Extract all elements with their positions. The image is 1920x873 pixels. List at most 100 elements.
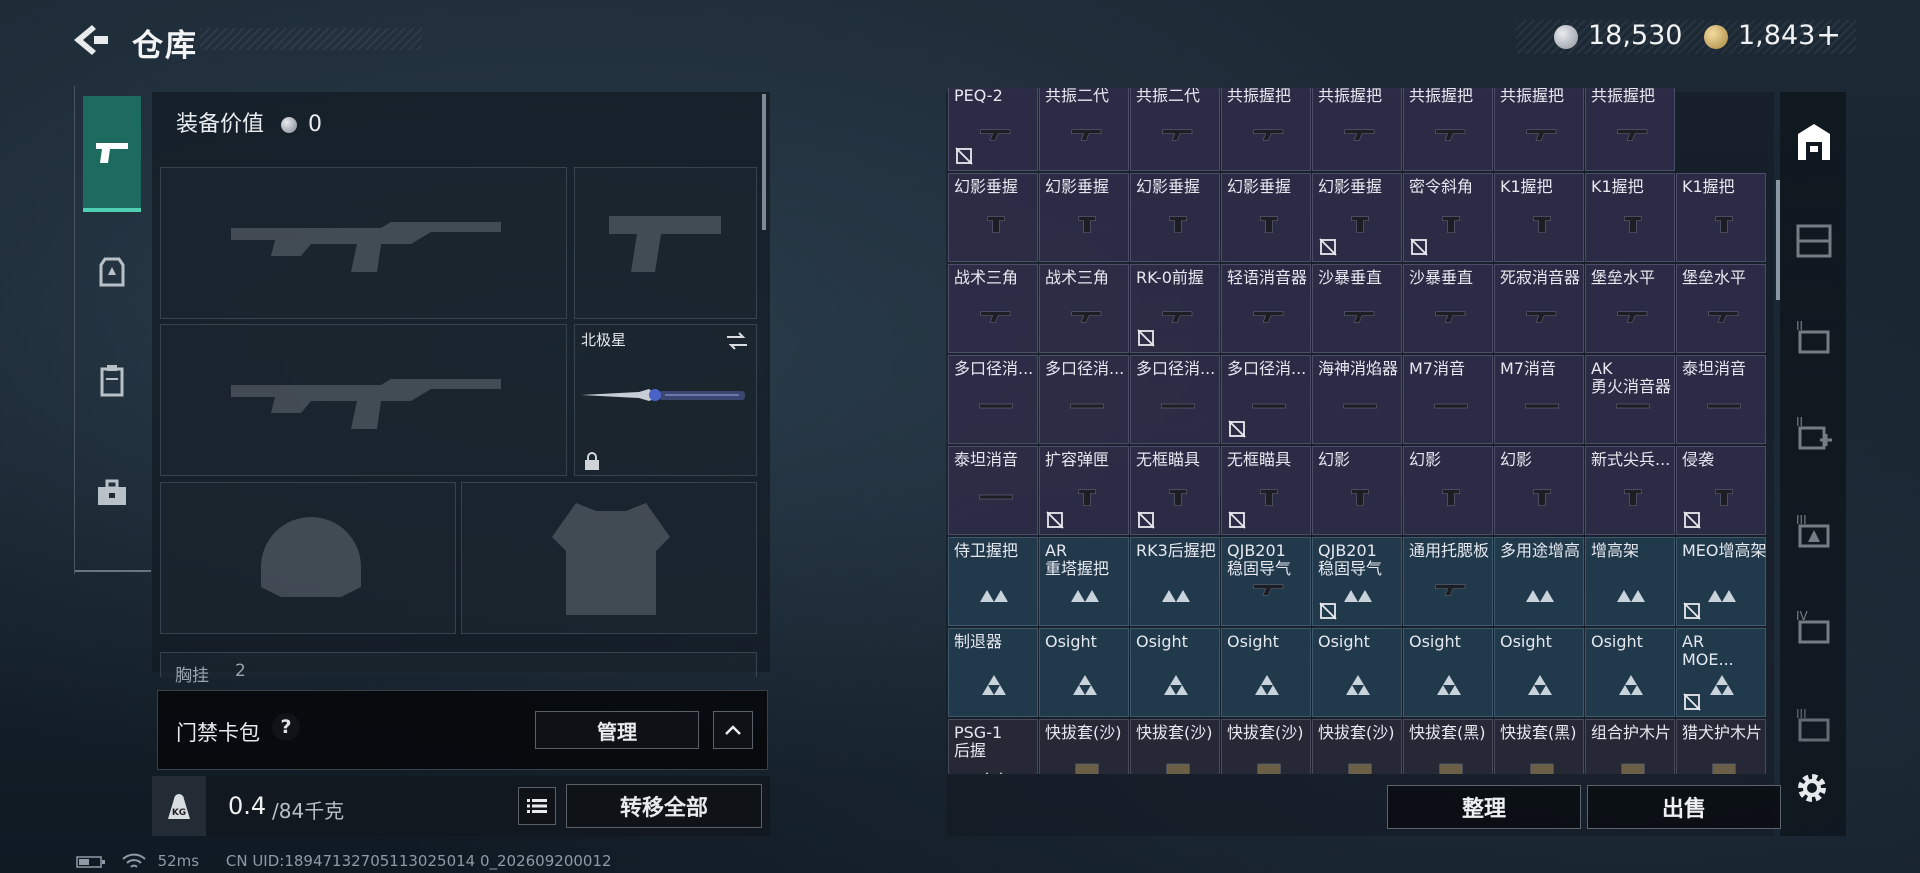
sell-button[interactable]: 出售 — [1587, 785, 1781, 829]
inventory-item[interactable]: 共振握把 — [1221, 88, 1311, 171]
inventory-item[interactable]: 沙暴垂直 — [1403, 264, 1493, 353]
inventory-item[interactable]: RK3后握把 — [1130, 537, 1220, 626]
inventory-item[interactable]: Osight — [1221, 628, 1311, 717]
inventory-item[interactable]: 幻影 — [1312, 446, 1402, 535]
tab-vest[interactable] — [83, 351, 141, 409]
inventory-item[interactable]: Osight — [1494, 628, 1584, 717]
inventory-item[interactable]: 幻影垂握 — [1039, 173, 1129, 262]
inventory-item[interactable]: 幻影垂握 — [1221, 173, 1311, 262]
tab-storage-6[interactable]: III — [1792, 702, 1836, 746]
inventory-item[interactable]: AR MOE... — [1676, 628, 1766, 717]
inventory-item[interactable]: 幻影垂握 — [948, 173, 1038, 262]
inventory-item[interactable]: 幻影 — [1403, 446, 1493, 535]
pistol-slot[interactable] — [574, 167, 757, 319]
inventory-item[interactable]: MEO增高架 — [1676, 537, 1767, 626]
inventory-item[interactable]: PSG-1 后握 — [948, 719, 1038, 774]
inventory-item[interactable]: 通用托腮板 — [1403, 537, 1493, 626]
inventory-item[interactable]: Osight — [1312, 628, 1402, 717]
inventory-item[interactable]: Osight — [1403, 628, 1493, 717]
inventory-item[interactable]: 共振二代 — [1039, 88, 1129, 171]
inventory-item[interactable]: Osight — [1130, 628, 1220, 717]
inventory-item[interactable]: 多口径消... — [1039, 355, 1129, 444]
inventory-item[interactable]: 死寂消音器 — [1494, 264, 1584, 353]
inventory-item[interactable]: 快拔套(沙) — [1312, 719, 1402, 774]
tab-storage-3[interactable]: II — [1792, 410, 1836, 454]
tab-storage-main[interactable] — [1792, 120, 1836, 164]
inventory-item[interactable]: 海神消焰器 — [1312, 355, 1402, 444]
inventory-item[interactable]: 密令斜角 — [1403, 173, 1493, 262]
inventory-item[interactable]: 多口径消... — [1221, 355, 1311, 444]
inventory-item[interactable]: 无框瞄具 — [1130, 446, 1220, 535]
tab-backpack[interactable] — [83, 241, 141, 299]
inventory-item[interactable]: 泰坦消音 — [948, 446, 1038, 535]
inventory-item[interactable]: 侍卫握把 — [948, 537, 1038, 626]
inventory-item[interactable]: 共振握把 — [1312, 88, 1402, 171]
inventory-item[interactable]: 新式尖兵... — [1585, 446, 1675, 535]
inventory-item[interactable]: Osight — [1039, 628, 1129, 717]
inventory-item[interactable]: QJB201 稳固导气 — [1221, 537, 1311, 626]
chest-rig-slot[interactable]: 胸挂 2 — [160, 652, 757, 686]
manage-button[interactable]: 管理 — [535, 711, 699, 749]
inventory-item[interactable]: 共振握把 — [1494, 88, 1584, 171]
inventory-item[interactable]: 快拔套(沙) — [1039, 719, 1129, 774]
inventory-item[interactable]: 增高架 — [1585, 537, 1675, 626]
swap-icon[interactable] — [725, 331, 749, 351]
keycard-help-button[interactable]: ? — [272, 713, 300, 741]
inventory-item[interactable]: AK 勇火消音器 — [1585, 355, 1675, 444]
tab-storage-2[interactable]: II — [1792, 314, 1836, 358]
inventory-item[interactable]: 共振二代 — [1130, 88, 1220, 171]
tab-storage-4[interactable]: III — [1792, 508, 1836, 552]
inventory-item[interactable]: 组合护木片 — [1585, 719, 1675, 774]
inventory-item[interactable]: Osight — [1585, 628, 1675, 717]
inventory-item[interactable]: QJB201 稳固导气 — [1312, 537, 1402, 626]
inventory-item[interactable]: 共振握把 — [1585, 88, 1675, 171]
inventory-item[interactable]: 战术三角 — [948, 264, 1038, 353]
inventory-item[interactable]: 制退器 — [948, 628, 1038, 717]
back-button[interactable] — [72, 22, 112, 58]
inventory-item[interactable]: 幻影 — [1494, 446, 1584, 535]
inventory-item[interactable]: M7消音 — [1403, 355, 1493, 444]
inventory-item[interactable]: PEQ-2 — [948, 88, 1038, 171]
inventory-item[interactable]: AR 重塔握把 — [1039, 537, 1129, 626]
tab-storage-5[interactable]: IV — [1792, 604, 1836, 648]
inventory-item[interactable]: 多口径消... — [948, 355, 1038, 444]
settings-button[interactable] — [1792, 768, 1836, 812]
inventory-item[interactable]: K1握把 — [1585, 173, 1675, 262]
inventory-item[interactable]: 堡垒水平 — [1585, 264, 1675, 353]
armor-slot[interactable] — [461, 482, 757, 634]
tab-weapons[interactable] — [83, 96, 141, 212]
inventory-item[interactable]: 快拔套(沙) — [1221, 719, 1311, 774]
inventory-item[interactable]: 快拔套(黑) — [1403, 719, 1493, 774]
inventory-item[interactable]: 快拔套(黑) — [1494, 719, 1584, 774]
primary-weapon-slot[interactable] — [160, 167, 567, 319]
inventory-item[interactable]: 无框瞄具 — [1221, 446, 1311, 535]
inventory-item[interactable]: 猎犬护木片 — [1676, 719, 1766, 774]
inventory-item[interactable]: K1握把 — [1676, 173, 1766, 262]
sort-button[interactable]: 整理 — [1387, 785, 1581, 829]
inventory-item[interactable]: 多用途增高 — [1494, 537, 1584, 626]
inventory-item[interactable]: 轻语消音器 — [1221, 264, 1311, 353]
list-view-button[interactable] — [518, 787, 556, 825]
inventory-item[interactable]: 沙暴垂直 — [1312, 264, 1402, 353]
tab-case[interactable] — [83, 464, 141, 522]
helmet-slot[interactable] — [160, 482, 456, 634]
inventory-item[interactable]: 快拔套(沙) — [1130, 719, 1220, 774]
inventory-item[interactable]: 堡垒水平 — [1676, 264, 1766, 353]
collapse-button[interactable] — [713, 711, 753, 749]
inventory-item[interactable]: RK-0前握 — [1130, 264, 1220, 353]
inventory-item[interactable]: 幻影垂握 — [1312, 173, 1402, 262]
inventory-item[interactable]: 侵袭 — [1676, 446, 1766, 535]
tab-storage-1[interactable] — [1792, 218, 1836, 262]
inventory-item[interactable]: 泰坦消音 — [1676, 355, 1766, 444]
inventory-item[interactable]: 扩容弹匣 — [1039, 446, 1129, 535]
inventory-item[interactable]: 多口径消... — [1130, 355, 1220, 444]
add-currency-button[interactable]: + — [1816, 18, 1841, 53]
melee-slot[interactable]: 北极星 — [574, 324, 757, 476]
transfer-all-button[interactable]: 转移全部 — [566, 784, 762, 828]
inventory-item[interactable]: 战术三角 — [1039, 264, 1129, 353]
inventory-item[interactable]: 共振握把 — [1403, 88, 1493, 171]
inventory-item[interactable]: 幻影垂握 — [1130, 173, 1220, 262]
inventory-item[interactable]: M7消音 — [1494, 355, 1584, 444]
secondary-weapon-slot[interactable] — [160, 324, 567, 476]
inventory-item[interactable]: K1握把 — [1494, 173, 1584, 262]
